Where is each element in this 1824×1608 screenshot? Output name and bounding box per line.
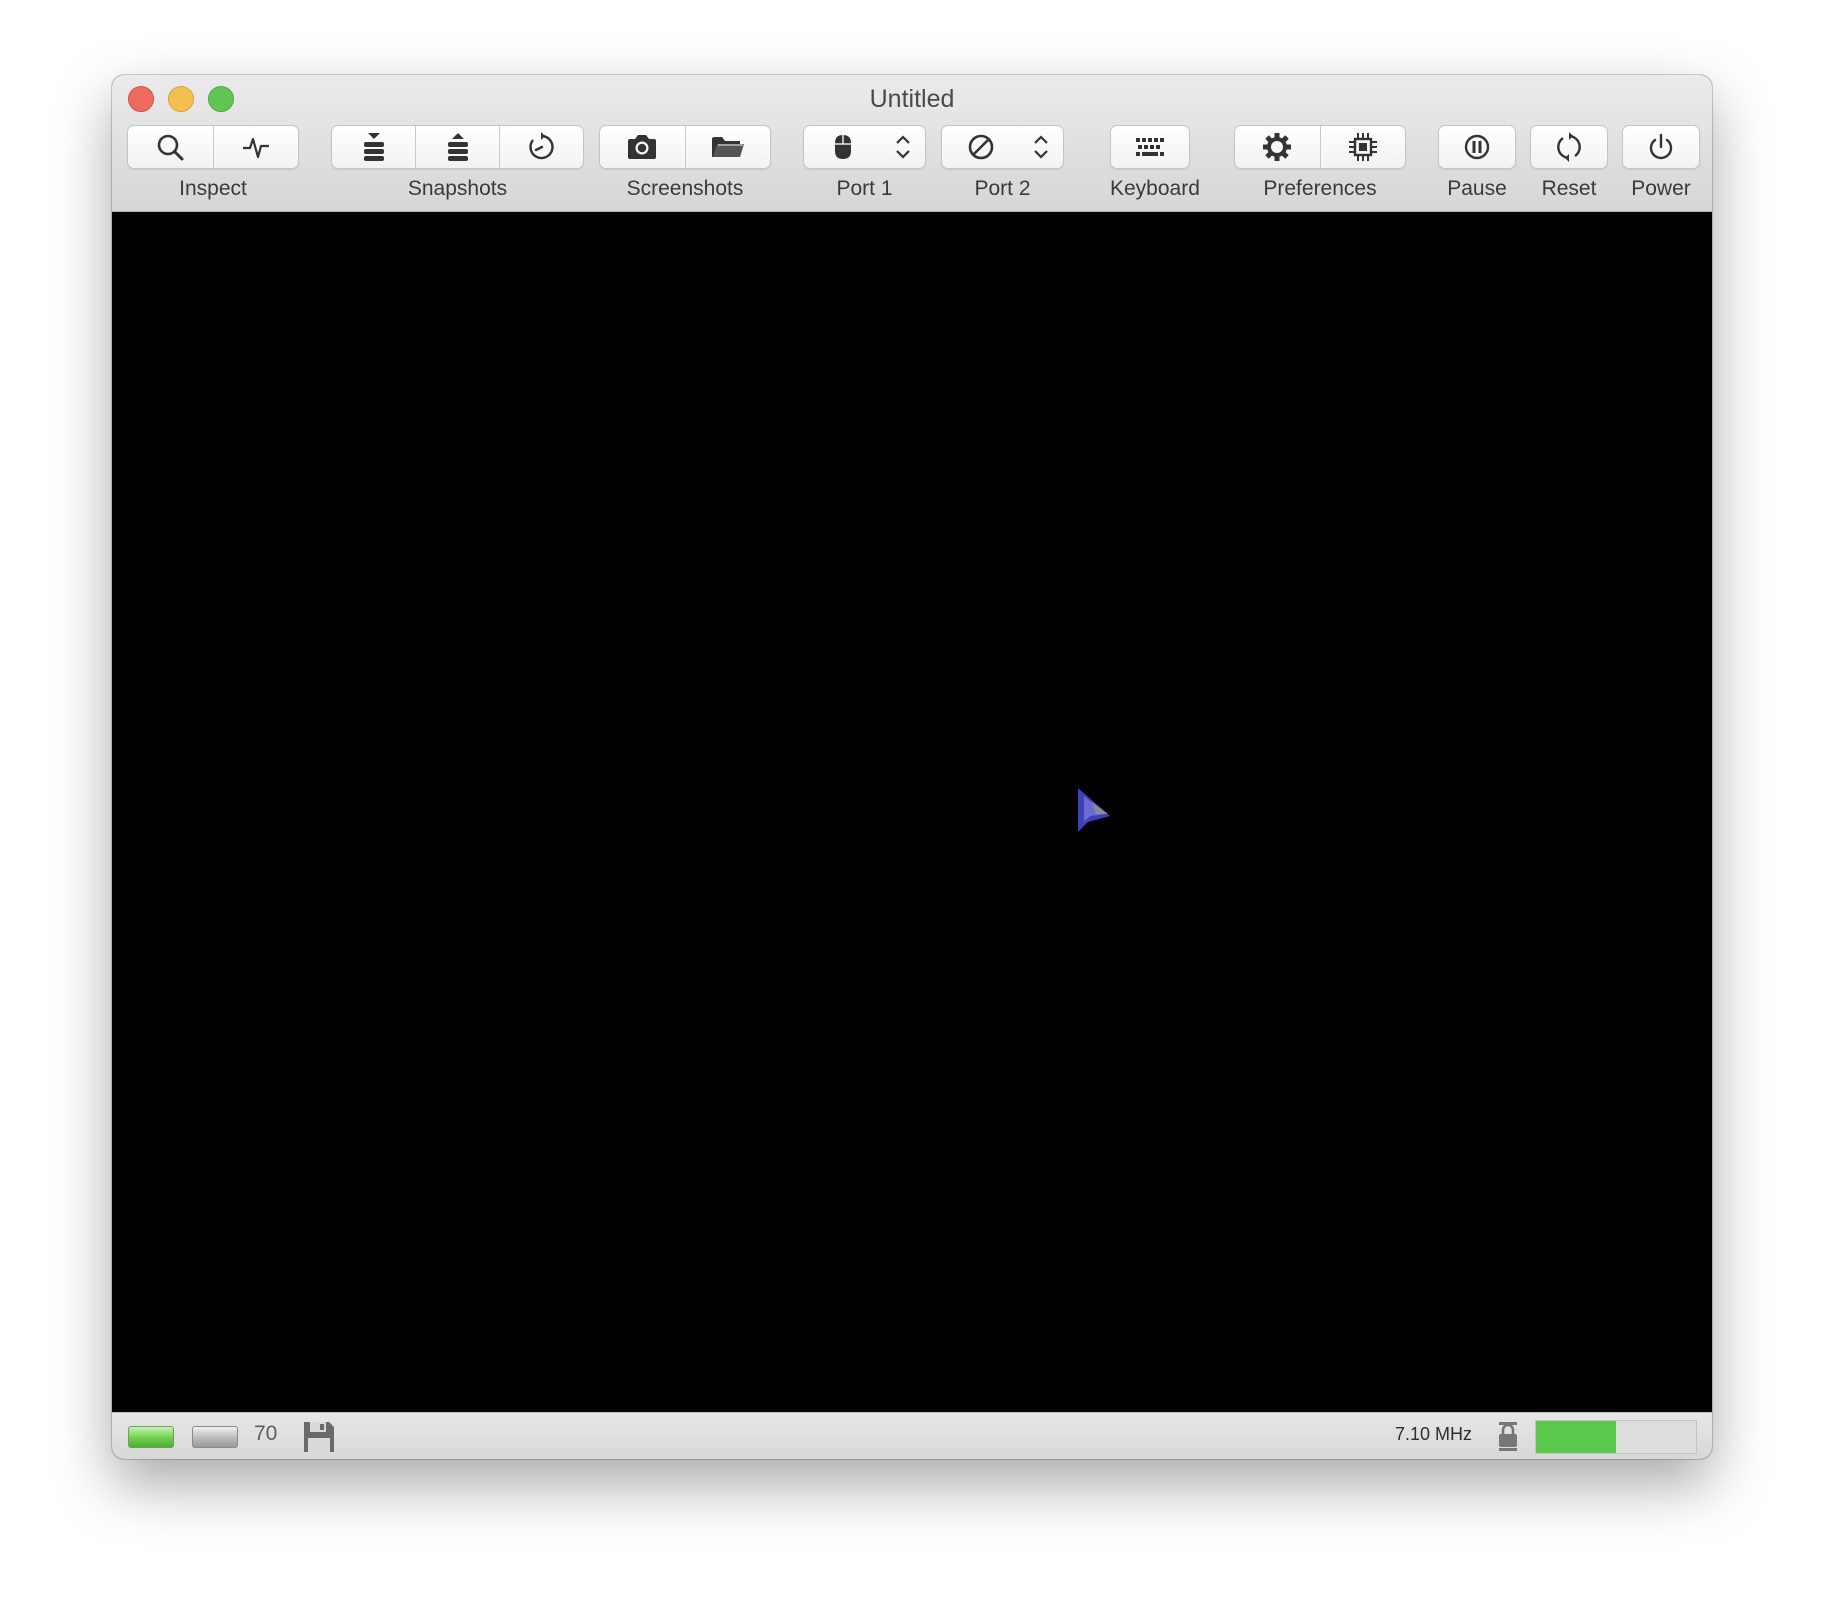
reset-button[interactable]: [1531, 126, 1607, 168]
speed-meter: [1535, 1420, 1697, 1454]
mouse-pointer-icon: [1078, 788, 1110, 832]
port1-label: Port 1: [836, 177, 893, 200]
port1-popup[interactable]: [803, 125, 926, 169]
pause-icon: [1464, 134, 1490, 160]
floppy-disk-icon[interactable]: [302, 1420, 336, 1454]
status-bar: 70 7.10 MHz: [112, 1412, 1712, 1459]
pause-button[interactable]: [1439, 126, 1515, 168]
keyboard-button[interactable]: [1111, 126, 1189, 168]
none-icon: [968, 134, 993, 160]
preferences-group: Preferences: [1234, 125, 1406, 201]
up-down-chevron-icon: [1034, 135, 1048, 159]
keyboard-icon: [1136, 138, 1164, 156]
power-label: Power: [1631, 177, 1691, 200]
reset-icon: [1557, 132, 1581, 162]
emulator-screen[interactable]: [112, 212, 1712, 1412]
camera-icon: [628, 135, 657, 159]
preferences-label: Preferences: [1263, 177, 1377, 200]
port2-popup[interactable]: [941, 125, 1064, 169]
inspect-button[interactable]: [128, 126, 213, 168]
keyboard-label: Keyboard: [1110, 177, 1200, 200]
drive-led-2: [192, 1426, 238, 1448]
track-number: 70: [254, 1422, 278, 1445]
machine-preferences-button[interactable]: [1319, 126, 1406, 168]
folder-icon: [711, 137, 744, 157]
monitor-button[interactable]: [212, 126, 299, 168]
pause-group: Pause: [1438, 125, 1516, 201]
port1-group: Port 1: [803, 125, 926, 201]
snapshots-label: Snapshots: [407, 177, 508, 200]
port2-stepper[interactable]: [1019, 126, 1063, 168]
power-group: Power: [1622, 125, 1700, 201]
screenshots-label: Screenshots: [626, 177, 744, 200]
power-icon: [1649, 133, 1673, 160]
snapshots-group: Snapshots: [331, 125, 584, 201]
take-snapshot-button[interactable]: [332, 126, 415, 168]
pause-label: Pause: [1447, 177, 1507, 200]
inspect-label: Inspect: [179, 177, 247, 200]
port1-stepper[interactable]: [881, 126, 925, 168]
mouse-icon: [834, 135, 851, 159]
lock-icon[interactable]: [1495, 1420, 1521, 1452]
emulator-window: Untitled Inspect Snapshots Screenshots P…: [112, 75, 1712, 1459]
up-down-chevron-icon: [896, 135, 910, 159]
title-bar: Untitled Inspect Snapshots Screenshots P…: [112, 75, 1712, 212]
reset-label: Reset: [1541, 177, 1597, 200]
port2-device[interactable]: [942, 126, 1019, 168]
take-snapshot-icon: [363, 133, 384, 161]
drive-led-1: [128, 1426, 174, 1448]
restore-snapshot-icon: [447, 133, 468, 161]
speed-meter-fill: [1536, 1421, 1616, 1453]
keyboard-group: Keyboard: [1110, 125, 1200, 201]
chip-icon: [1348, 133, 1377, 161]
browse-snapshots-icon: [528, 132, 554, 160]
window-title: Untitled: [869, 85, 955, 113]
reset-group: Reset: [1530, 125, 1608, 201]
port2-label: Port 2: [974, 177, 1031, 200]
port1-device[interactable]: [804, 126, 881, 168]
activity-monitor-icon: [242, 137, 269, 159]
general-preferences-button[interactable]: [1235, 126, 1320, 168]
browse-snapshots-button[interactable]: [499, 126, 583, 168]
screenshots-group: Screenshots: [599, 125, 771, 201]
browse-screenshots-button[interactable]: [684, 126, 771, 168]
port2-group: Port 2: [941, 125, 1064, 201]
power-button[interactable]: [1623, 126, 1699, 168]
inspect-group: Inspect: [127, 125, 299, 201]
restore-snapshot-button[interactable]: [415, 126, 499, 168]
gear-icon: [1263, 133, 1292, 161]
magnifier-icon: [157, 134, 184, 161]
clock-frequency: 7.10 MHz: [1395, 1424, 1473, 1444]
take-screenshot-button[interactable]: [600, 126, 685, 168]
